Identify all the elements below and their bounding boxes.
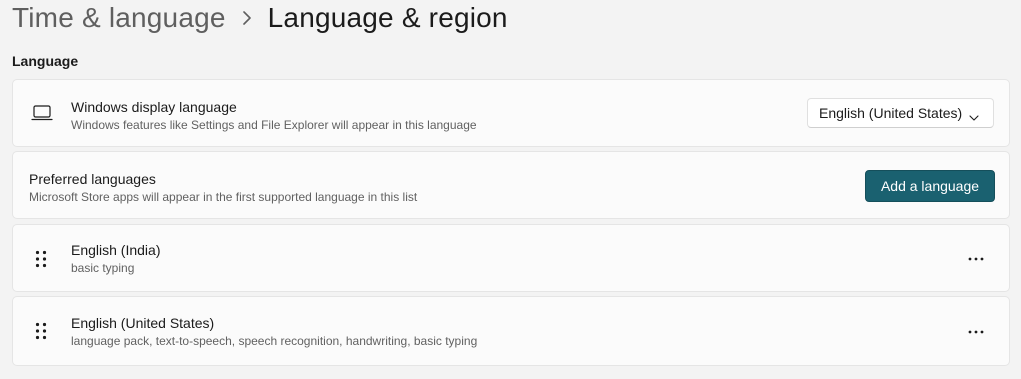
- language-name: English (India): [71, 242, 161, 258]
- drag-handle-icon[interactable]: [35, 250, 47, 268]
- preferred-languages-title: Preferred languages: [29, 171, 156, 187]
- chevron-right-icon: [226, 7, 268, 30]
- language-features: language pack, text-to-speech, speech re…: [71, 334, 478, 348]
- display-language-selected: English (United States): [819, 105, 963, 121]
- preferred-languages-card: Preferred languages Microsoft Store apps…: [12, 151, 1010, 219]
- preferred-languages-description: Microsoft Store apps will appear in the …: [29, 190, 418, 204]
- display-language-card: Windows display language Windows feature…: [12, 79, 1010, 147]
- more-options-icon[interactable]: [961, 247, 991, 271]
- language-list-item: English (United States) language pack, t…: [12, 296, 1010, 366]
- chevron-down-icon: [969, 109, 979, 121]
- display-language-dropdown[interactable]: English (United States): [807, 98, 994, 128]
- breadcrumb-parent-link[interactable]: Time & language: [12, 2, 226, 34]
- section-title-language: Language: [12, 53, 79, 69]
- drag-handle-icon[interactable]: [35, 322, 47, 340]
- add-language-button[interactable]: Add a language: [865, 170, 995, 202]
- display-language-description: Windows features like Settings and File …: [71, 118, 477, 132]
- display-language-title: Windows display language: [71, 99, 237, 115]
- language-list-item: English (India) basic typing: [12, 224, 1010, 292]
- language-features: basic typing: [71, 261, 135, 275]
- breadcrumb: Time & language Language & region: [12, 0, 508, 36]
- language-name: English (United States): [71, 315, 215, 331]
- laptop-icon: [31, 104, 53, 124]
- more-options-icon[interactable]: [961, 320, 991, 344]
- page-title: Language & region: [267, 2, 508, 33]
